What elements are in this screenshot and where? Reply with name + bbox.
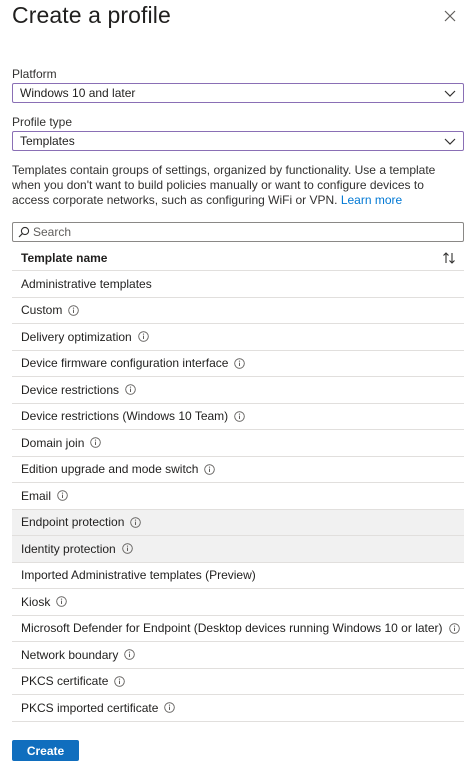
table-row[interactable]: Custom <box>12 298 464 324</box>
info-icon[interactable] <box>121 543 133 555</box>
search-icon <box>18 226 30 238</box>
info-icon[interactable] <box>234 357 246 369</box>
column-header-template-name: Template name <box>21 250 108 265</box>
template-name: Edition upgrade and mode switch <box>21 462 199 477</box>
table-row[interactable]: Delivery optimization <box>12 324 464 351</box>
table-row[interactable]: Imported Administrative templates (Previ… <box>12 563 464 589</box>
template-list: Administrative templates Custom Delivery o… <box>12 271 464 722</box>
table-row[interactable]: PKCS imported certificate <box>12 695 464 722</box>
table-header: Template name <box>12 245 464 271</box>
search-placeholder: Search <box>33 225 72 239</box>
create-profile-panel: Create a profile Platform Windows 10 and… <box>0 0 474 776</box>
info-icon[interactable] <box>204 463 216 475</box>
template-name: Network boundary <box>21 647 119 662</box>
info-icon[interactable] <box>124 649 136 661</box>
chevron-down-icon <box>444 138 456 145</box>
table-row[interactable]: Device firmware configuration interface <box>12 351 464 377</box>
create-button[interactable]: Create <box>12 740 79 761</box>
page-title: Create a profile <box>12 2 171 28</box>
template-name: Identity protection <box>21 541 116 556</box>
table-row[interactable]: Endpoint protection <box>12 509 464 536</box>
template-name: Email <box>21 488 52 503</box>
table-row[interactable]: Domain join <box>12 430 464 457</box>
description: Templates contain groups of settings, or… <box>12 163 462 208</box>
template-name: Microsoft Defender for Endpoint (Desktop… <box>21 621 443 636</box>
template-name: Device firmware configuration interface <box>21 356 229 371</box>
table-row[interactable]: Microsoft Defender for Endpoint (Desktop… <box>12 616 464 642</box>
info-icon[interactable] <box>448 622 460 634</box>
table-row[interactable]: Device restrictions <box>12 377 464 404</box>
table-row[interactable]: Kiosk <box>12 589 464 616</box>
search-input[interactable]: Search <box>12 222 464 242</box>
platform-label: Platform <box>12 67 57 81</box>
template-name: Imported Administrative templates (Previ… <box>21 568 256 583</box>
platform-select[interactable]: Windows 10 and later <box>12 83 464 103</box>
info-icon[interactable] <box>56 596 68 608</box>
template-name: Device restrictions (Windows 10 Team) <box>21 409 229 424</box>
profile-type-value: Templates <box>20 134 75 148</box>
info-icon[interactable] <box>125 384 136 396</box>
table-row[interactable]: PKCS certificate <box>12 669 464 695</box>
info-icon[interactable] <box>57 490 68 502</box>
info-icon[interactable] <box>90 437 102 449</box>
template-name: Custom <box>21 303 63 318</box>
table-row[interactable]: Network boundary <box>12 642 464 669</box>
table-row[interactable]: Device restrictions (Windows 10 Team) <box>12 404 464 430</box>
platform-value: Windows 10 and later <box>20 86 136 100</box>
template-name: PKCS imported certificate <box>21 700 159 715</box>
template-name: Endpoint protection <box>21 515 125 530</box>
profile-type-select[interactable]: Templates <box>12 131 464 151</box>
table-row[interactable]: Identity protection <box>12 536 464 563</box>
table-row[interactable]: Administrative templates <box>12 271 464 298</box>
learn-more-link[interactable]: Learn more <box>341 193 402 207</box>
table-row[interactable]: Email <box>12 483 464 510</box>
info-icon[interactable] <box>130 516 142 528</box>
template-name: Kiosk <box>21 594 51 609</box>
info-icon[interactable] <box>164 702 176 714</box>
profile-type-label: Profile type <box>12 115 73 129</box>
template-name: Device restrictions <box>21 382 120 397</box>
info-icon[interactable] <box>114 675 126 687</box>
info-icon[interactable] <box>137 331 149 343</box>
chevron-down-icon <box>444 90 456 97</box>
template-name: Domain join <box>21 435 85 450</box>
info-icon[interactable] <box>234 410 245 422</box>
template-name: PKCS certificate <box>21 674 109 689</box>
info-icon[interactable] <box>68 304 80 316</box>
close-icon[interactable] <box>441 7 459 25</box>
sort-icon[interactable] <box>442 251 456 265</box>
table-row[interactable]: Edition upgrade and mode switch <box>12 457 464 483</box>
template-name: Delivery optimization <box>21 329 132 344</box>
template-name: Administrative templates <box>21 276 152 291</box>
